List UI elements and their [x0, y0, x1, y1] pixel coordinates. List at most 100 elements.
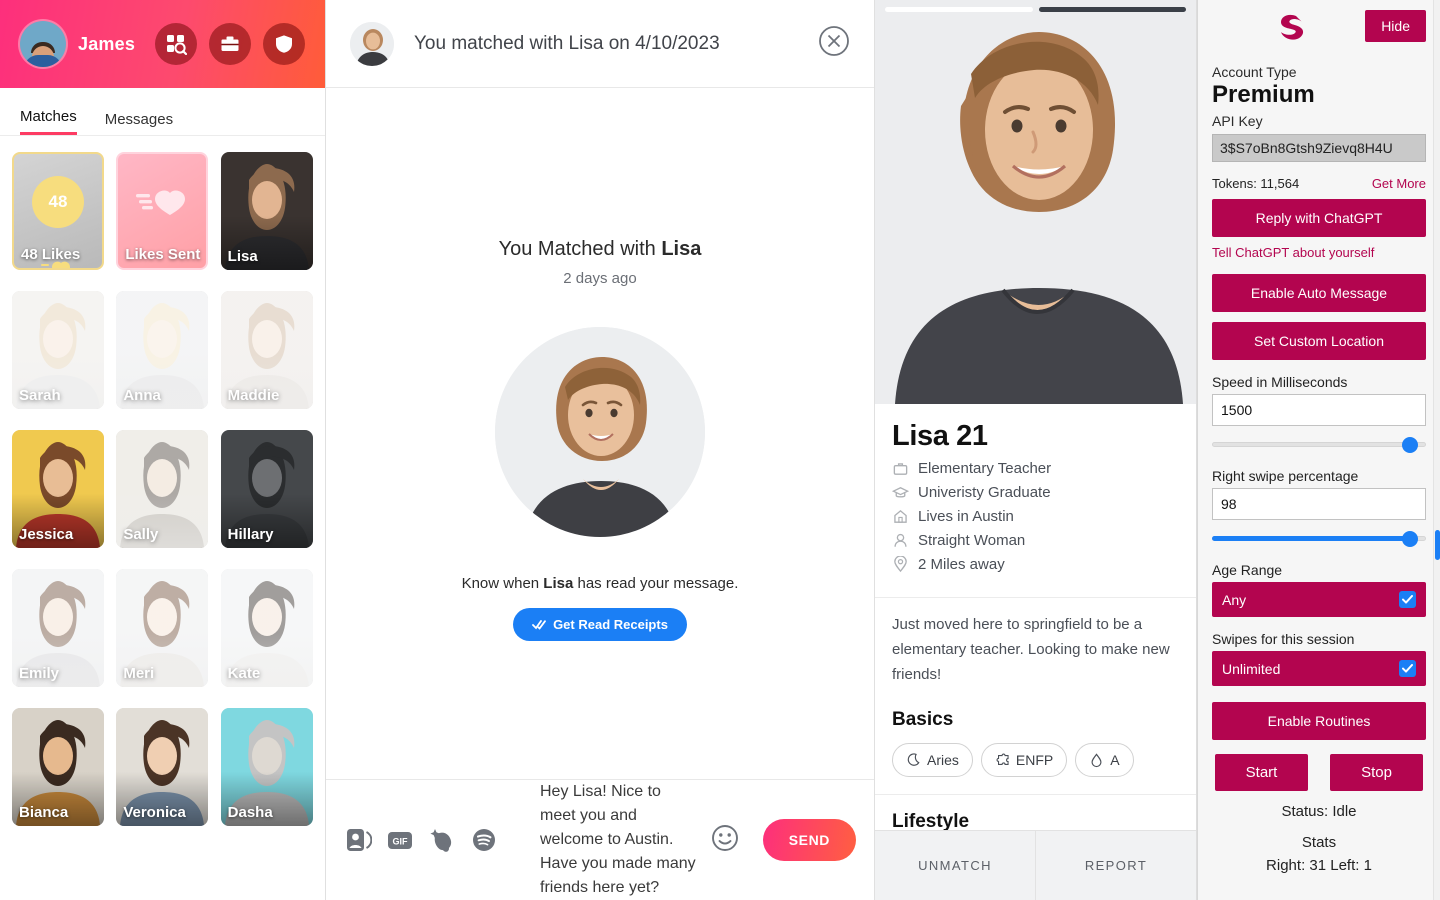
- message-composer: GIF Hey Lisa! Nice to meet you and welco…: [326, 779, 874, 900]
- match-card[interactable]: Jessica: [12, 430, 104, 548]
- close-chat-button[interactable]: [818, 25, 850, 62]
- match-card[interactable]: Maddie: [220, 291, 313, 409]
- carousel-segment[interactable]: [1038, 7, 1186, 12]
- s-logo-glyph: [1280, 14, 1303, 40]
- hide-button[interactable]: Hide: [1365, 10, 1426, 42]
- age-range-checkbox[interactable]: [1399, 591, 1416, 608]
- swipes-session-checkbox[interactable]: [1399, 660, 1416, 677]
- tell-chatgpt-link[interactable]: Tell ChatGPT about yourself: [1212, 245, 1426, 260]
- lisa-large-illustration: [495, 327, 705, 537]
- basics-chip[interactable]: Aries: [892, 743, 973, 777]
- spotify-icon-button[interactable]: [470, 826, 498, 854]
- location-pin-icon: [894, 556, 907, 573]
- profile-detail-text: 2 Miles away: [918, 556, 1005, 573]
- emoji-smile-icon-button[interactable]: [711, 824, 739, 857]
- speed-slider-track: [1212, 442, 1426, 447]
- sticker-icon-button[interactable]: [344, 826, 373, 854]
- match-card[interactable]: Emily: [12, 569, 104, 687]
- match-card-likes[interactable]: 48 48 Likes: [12, 152, 104, 270]
- match-card-label: Lisa: [227, 248, 258, 265]
- sparkle-icon-button[interactable]: [428, 826, 456, 854]
- profile-bio: Just moved here to springfield to be a e…: [892, 616, 1170, 683]
- chat-header-title: You matched with Lisa on 4/10/2023: [414, 32, 720, 54]
- set-custom-location-button[interactable]: Set Custom Location: [1212, 322, 1426, 360]
- read-receipt-note: Know when Lisa has read your message.: [462, 575, 739, 592]
- age-range-select[interactable]: Any: [1212, 582, 1426, 617]
- gif-icon: GIF: [388, 832, 412, 849]
- reply-with-chatgpt-button[interactable]: Reply with ChatGPT: [1212, 199, 1426, 237]
- stop-button[interactable]: Stop: [1330, 754, 1423, 791]
- chat-header-avatar[interactable]: [350, 21, 394, 66]
- tab-messages[interactable]: Messages: [105, 111, 173, 135]
- likes-sent-heart-icon: [136, 190, 186, 215]
- get-more-tokens-link[interactable]: Get More: [1372, 176, 1426, 191]
- carousel-segment[interactable]: [885, 7, 1033, 12]
- profile-detail-row: Univeristy Graduate: [892, 484, 1179, 501]
- match-card-likes-sent[interactable]: Likes Sent: [116, 152, 209, 270]
- swipes-session-select[interactable]: Unlimited: [1212, 651, 1426, 686]
- speed-input[interactable]: 1500: [1212, 394, 1426, 426]
- match-large-avatar[interactable]: [495, 327, 705, 537]
- account-type-label: Account Type: [1212, 64, 1297, 80]
- right-swipe-label: Right swipe percentage: [1212, 468, 1359, 484]
- match-card-label: Jessica: [19, 526, 74, 543]
- briefcase-icon: [221, 36, 239, 51]
- stats-line: Right: 31 Left: 1: [1266, 857, 1372, 874]
- profile-detail-text: Elementary Teacher: [918, 460, 1052, 477]
- read-note-suffix: has read your message.: [573, 575, 739, 592]
- match-card-label: Meri: [123, 665, 155, 682]
- profile-header-bar: James: [0, 0, 325, 88]
- match-card-label: Veronica: [123, 804, 186, 821]
- sidebar-scrollbar[interactable]: [1433, 0, 1440, 900]
- basics-chip[interactable]: A: [1075, 743, 1134, 777]
- right-swipe-slider[interactable]: [1212, 530, 1426, 548]
- stats-title: Stats: [1301, 834, 1337, 851]
- match-card[interactable]: Anna: [116, 291, 209, 409]
- tokens-label: Tokens: 11,564: [1212, 176, 1300, 191]
- enable-routines-button[interactable]: Enable Routines: [1212, 702, 1426, 740]
- match-card[interactable]: Meri: [116, 569, 209, 687]
- sparkle-icon: [430, 829, 452, 852]
- briefcase-icon-button[interactable]: [209, 23, 251, 65]
- start-button[interactable]: Start: [1215, 754, 1308, 791]
- app-root: James Matches Messages 48 48 Likes Likes…: [0, 0, 1440, 900]
- right-swipe-input[interactable]: 98: [1212, 488, 1426, 520]
- match-card-label: Hillary: [227, 526, 274, 543]
- match-card[interactable]: Dasha: [220, 708, 313, 826]
- api-key-field[interactable]: 3$S7oBn8Gtsh9Zievq8H4U: [1212, 134, 1426, 162]
- spotify-icon: [473, 829, 495, 851]
- lifestyle-section-title: Lifestyle: [892, 811, 970, 832]
- match-card[interactable]: Kate: [220, 569, 313, 687]
- send-button[interactable]: SEND: [762, 819, 856, 861]
- match-list-scroll[interactable]: 48 48 Likes Likes Sent Lisa Sarah Anna Maddie J…: [0, 136, 325, 900]
- message-draft-text[interactable]: Hey Lisa! Nice to meet you and welcome t…: [540, 780, 697, 900]
- match-card[interactable]: Bianca: [12, 708, 104, 826]
- match-card[interactable]: Sarah: [12, 291, 104, 409]
- match-card[interactable]: Lisa: [220, 152, 313, 270]
- enable-auto-message-button[interactable]: Enable Auto Message: [1212, 274, 1426, 312]
- basics-chip-label: Aries: [927, 752, 959, 768]
- likes-heart-icon: [41, 261, 70, 268]
- match-card[interactable]: Sally: [116, 430, 209, 548]
- report-button[interactable]: REPORT: [1035, 831, 1196, 900]
- profile-detail-text: Lives in Austin: [918, 508, 1014, 525]
- speed-slider-thumb[interactable]: [1402, 437, 1419, 453]
- discover-search-icon-button[interactable]: [155, 23, 197, 65]
- basics-chip[interactable]: ENFP: [980, 743, 1068, 777]
- match-card[interactable]: Veronica: [116, 708, 209, 826]
- match-card-label: Sarah: [19, 387, 61, 404]
- profile-basic-info: Lisa 21 Elementary Teacher Univeristy Gra…: [875, 404, 1196, 583]
- shield-icon-button[interactable]: [263, 23, 305, 65]
- get-read-receipts-button[interactable]: Get Read Receipts: [513, 608, 687, 641]
- right-swipe-slider-thumb[interactable]: [1402, 531, 1419, 547]
- discover-search-icon: [167, 35, 187, 55]
- user-avatar[interactable]: [20, 21, 66, 67]
- photo-carousel-indicator[interactable]: [885, 7, 1186, 12]
- match-card[interactable]: Hillary: [220, 430, 313, 548]
- sidebar-scrollbar-thumb[interactable]: [1435, 530, 1440, 560]
- gif-icon-button[interactable]: GIF: [386, 826, 414, 854]
- unmatch-button[interactable]: UNMATCH: [875, 831, 1035, 900]
- speed-slider[interactable]: [1212, 436, 1426, 454]
- profile-photo[interactable]: [875, 0, 1196, 404]
- tab-matches[interactable]: Matches: [20, 108, 77, 135]
